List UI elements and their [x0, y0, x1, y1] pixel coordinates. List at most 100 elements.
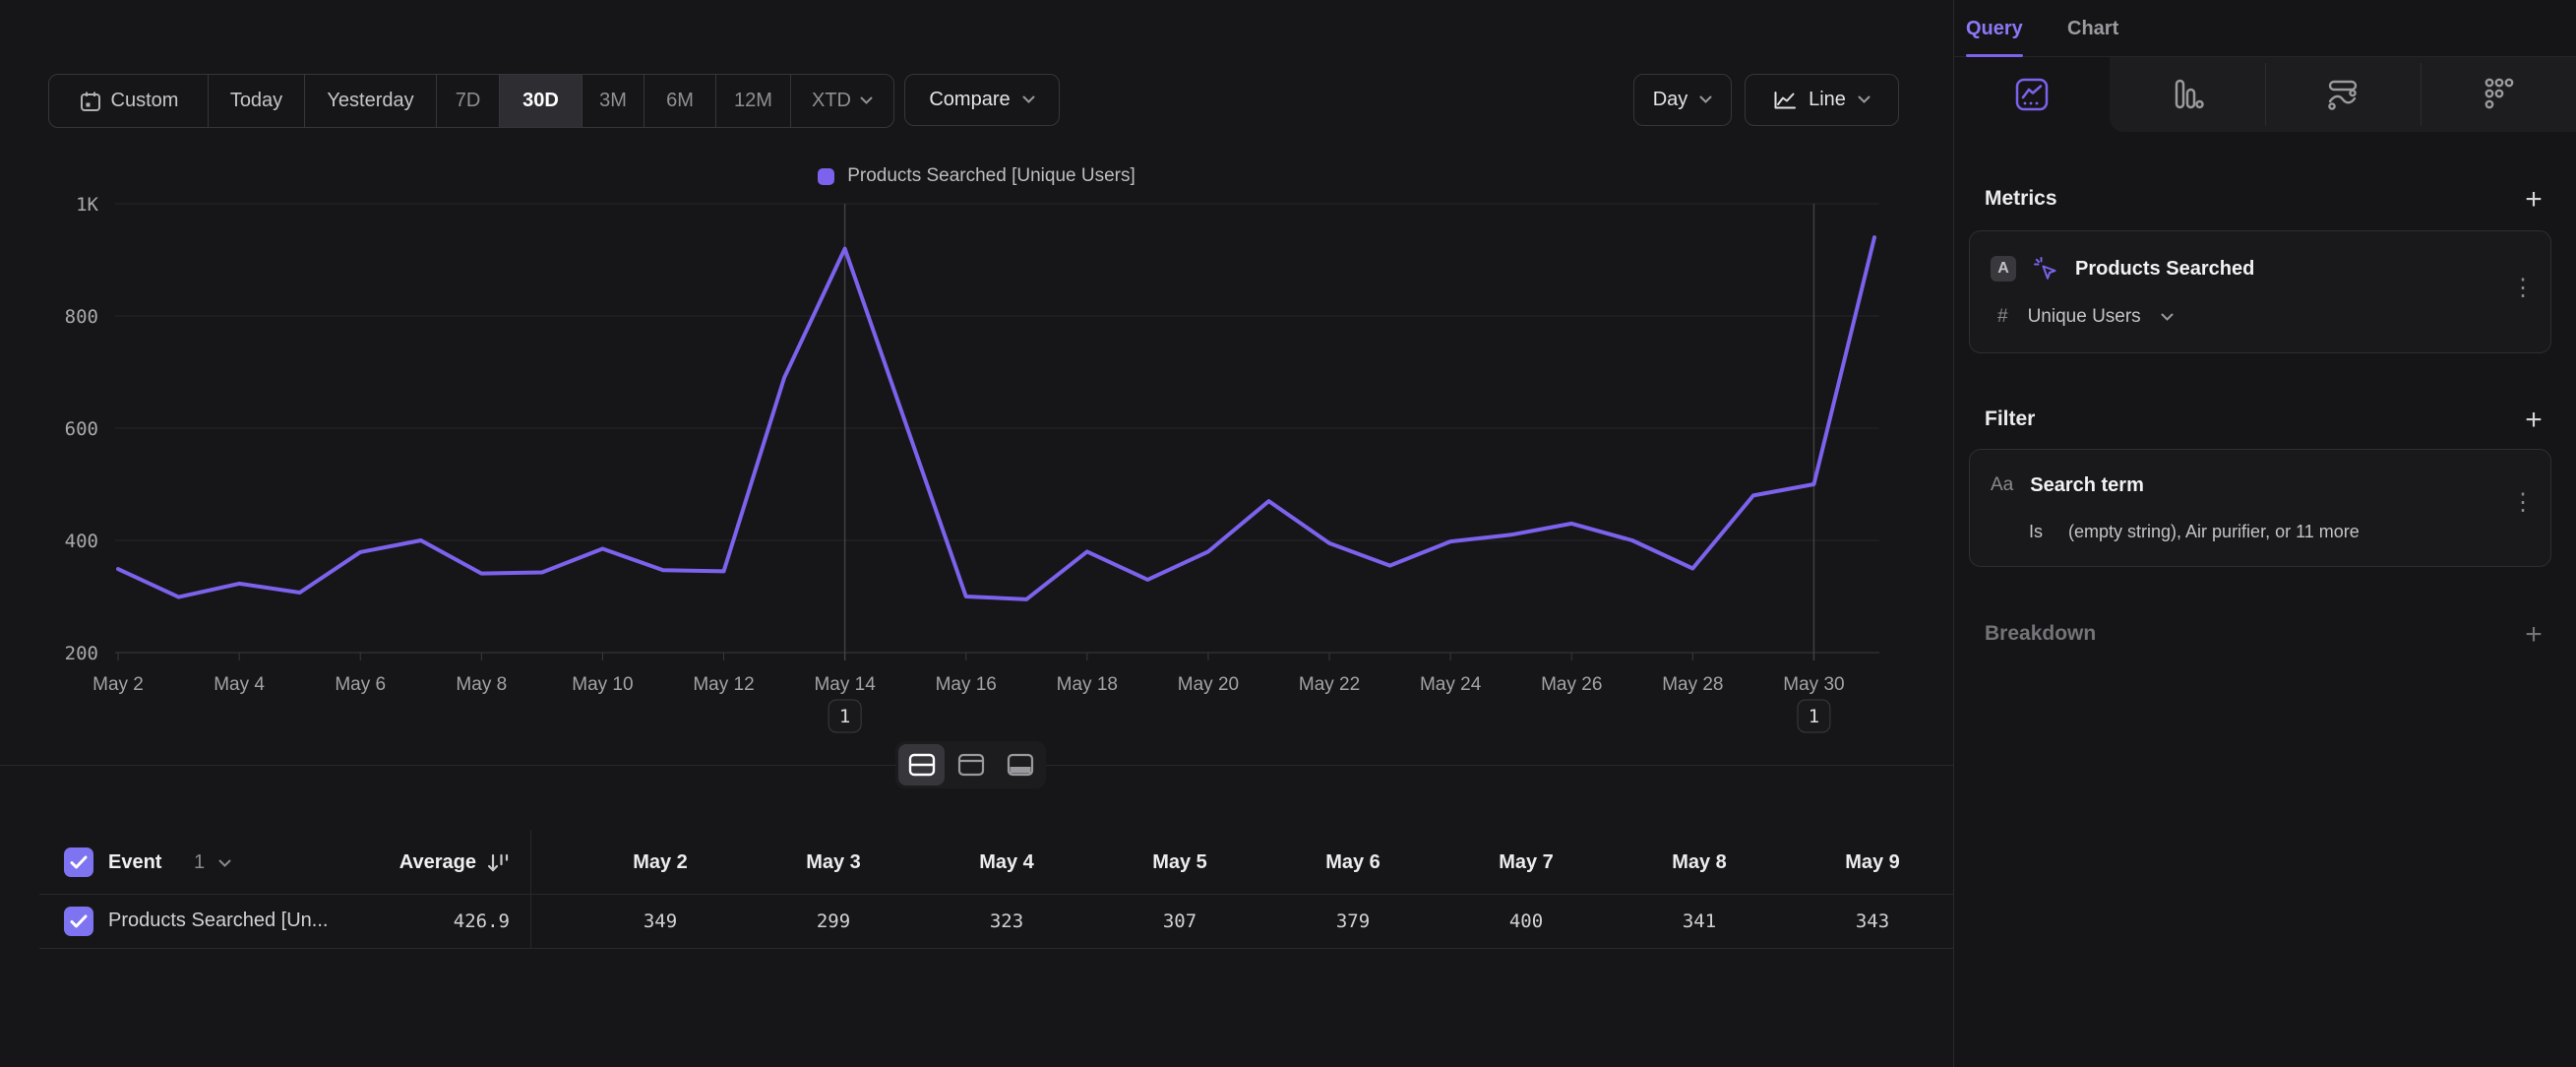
svg-text:May 12: May 12: [693, 674, 754, 695]
date-column-header[interactable]: May 9: [1786, 851, 1959, 874]
svg-text:May 26: May 26: [1541, 674, 1602, 695]
metric-letter-badge: A: [1991, 256, 2016, 282]
cell-value: 323: [920, 910, 1093, 932]
metric-card[interactable]: A Products Searched ⋮ # Unique Users: [1969, 230, 2551, 353]
svg-text:May 18: May 18: [1057, 674, 1118, 695]
filter-operator[interactable]: Is: [2029, 522, 2043, 542]
svg-text:400: 400: [65, 531, 98, 552]
chart-tab-stream[interactable]: [2265, 57, 2421, 132]
date-column-header[interactable]: May 7: [1440, 851, 1613, 874]
svg-text:May 6: May 6: [335, 674, 386, 695]
metric-measure-row[interactable]: # Unique Users: [1970, 302, 2550, 332]
select-all-checkbox[interactable]: [64, 847, 93, 877]
svg-text:May 4: May 4: [214, 674, 265, 695]
svg-text:May 30: May 30: [1783, 674, 1844, 695]
svg-text:800: 800: [65, 306, 98, 328]
layout-toggle: [895, 741, 1046, 788]
cell-value: 349: [574, 910, 747, 932]
filter-row: Aa Search term ⋮: [1970, 470, 2550, 501]
line-chart-tab-icon: [2014, 77, 2050, 112]
chevron-down-icon[interactable]: [218, 859, 231, 868]
add-breakdown-button[interactable]: +: [2516, 618, 2551, 652]
chevron-down-icon: [2161, 313, 2174, 322]
measure-type-icon: #: [1997, 306, 2008, 328]
tab-query[interactable]: Query: [1966, 0, 2023, 57]
svg-text:600: 600: [65, 418, 98, 440]
cell-value: 341: [1613, 910, 1786, 932]
table-divider: [39, 948, 1953, 949]
chart-workspace: Custom Today Yesterday 7D 30D 3M 6M 12M …: [0, 0, 1953, 1067]
measure-label[interactable]: Unique Users: [2028, 306, 2141, 328]
layout-bottom-icon: [1007, 753, 1034, 777]
svg-text:May 24: May 24: [1420, 674, 1482, 695]
date-column-header[interactable]: May 5: [1093, 851, 1266, 874]
metric-menu-icon[interactable]: ⋮: [2511, 277, 2535, 300]
filter-condition-row: Is (empty string), Air purifier, or 11 m…: [1970, 517, 2550, 546]
check-icon: [70, 914, 88, 928]
svg-text:1K: 1K: [76, 194, 98, 216]
layout-split-icon: [908, 753, 936, 777]
svg-text:May 2: May 2: [92, 674, 144, 695]
add-filter-button[interactable]: +: [2516, 404, 2551, 437]
layout-top-icon: [957, 753, 985, 777]
metric-name[interactable]: Products Searched: [2075, 258, 2254, 281]
average-column-header[interactable]: Average: [399, 851, 476, 874]
add-metric-button[interactable]: +: [2516, 183, 2551, 217]
svg-text:200: 200: [65, 643, 98, 664]
chart-type-tabs: [1954, 57, 2576, 132]
metrics-heading: Metrics: [1985, 187, 2057, 211]
filter-property-name[interactable]: Search term: [2030, 474, 2144, 497]
panel-tab-bar: Query Chart: [1954, 0, 2576, 57]
cell-value: 343: [1786, 910, 1959, 932]
event-column-header[interactable]: Event: [108, 851, 161, 874]
cursor-click-icon: [2033, 256, 2058, 282]
svg-text:May 20: May 20: [1178, 674, 1239, 695]
filter-values[interactable]: (empty string), Air purifier, or 11 more: [2068, 522, 2360, 542]
filter-card[interactable]: Aa Search term ⋮ Is (empty string), Air …: [1969, 449, 2551, 567]
layout-split-button[interactable]: [898, 744, 945, 785]
svg-text:May 8: May 8: [456, 674, 507, 695]
svg-text:1: 1: [1809, 706, 1819, 727]
bar-chart-tab-icon: [2168, 75, 2207, 114]
layout-chart-only-button[interactable]: [948, 744, 994, 785]
svg-text:1: 1: [839, 706, 850, 727]
chart-tab-line[interactable]: [1954, 57, 2110, 132]
property-type-badge: Aa: [1991, 474, 2013, 496]
cell-value: 379: [1266, 910, 1440, 932]
sort-icon[interactable]: [486, 852, 510, 874]
tab-chart[interactable]: Chart: [2067, 0, 2118, 57]
cell-value: 299: [747, 910, 920, 932]
date-column-values: 349299323307379400341343: [574, 910, 1954, 932]
breakdown-heading: Breakdown: [1985, 622, 2096, 646]
chart-tab-funnel[interactable]: [2421, 57, 2576, 132]
tab-label: Chart: [2067, 18, 2118, 40]
filter-menu-icon[interactable]: ⋮: [2511, 491, 2535, 515]
metric-row: A Products Searched ⋮: [1970, 253, 2550, 284]
tab-label: Query: [1966, 18, 2023, 40]
svg-text:May 10: May 10: [572, 674, 633, 695]
check-icon: [70, 855, 88, 869]
funnel-dots-tab-icon: [2479, 75, 2518, 114]
filter-heading: Filter: [1985, 408, 2035, 431]
table-row[interactable]: Products Searched [Un... 426.9 349299323…: [0, 894, 1953, 948]
query-panel: Query Chart: [1953, 0, 2576, 1067]
average-value: 426.9: [295, 910, 510, 932]
table-header-row: Event 1 Average May 2May 3May 4May 5May …: [0, 832, 1953, 894]
svg-text:May 14: May 14: [814, 674, 876, 695]
cell-value: 400: [1440, 910, 1613, 932]
layout-table-only-button[interactable]: [997, 744, 1043, 785]
cell-value: 307: [1093, 910, 1266, 932]
event-count: 1: [194, 851, 205, 874]
svg-text:May 28: May 28: [1662, 674, 1723, 695]
date-column-headers: May 2May 3May 4May 5May 6May 7May 8May 9: [574, 851, 1954, 874]
date-column-header[interactable]: May 2: [574, 851, 747, 874]
series-checkbox[interactable]: [64, 907, 93, 936]
column-divider: [530, 830, 531, 948]
line-chart[interactable]: 200 400 600 800 1K May 2 May 4 May 6 May 8 May 10…: [0, 0, 1953, 768]
stream-chart-tab-icon: [2323, 75, 2362, 114]
date-column-header[interactable]: May 3: [747, 851, 920, 874]
date-column-header[interactable]: May 4: [920, 851, 1093, 874]
date-column-header[interactable]: May 8: [1613, 851, 1786, 874]
chart-tab-bar[interactable]: [2110, 57, 2265, 132]
date-column-header[interactable]: May 6: [1266, 851, 1440, 874]
